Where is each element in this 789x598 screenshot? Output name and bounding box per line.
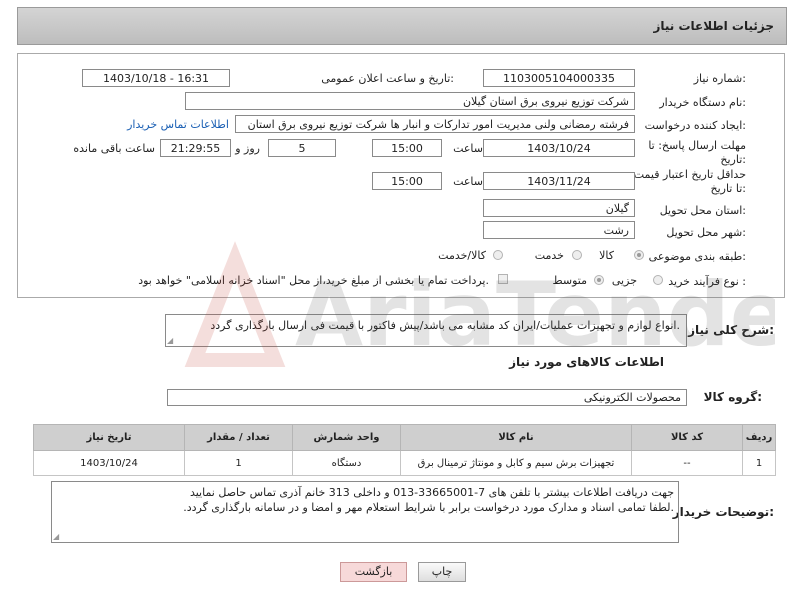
- category-goods-service-radio[interactable]: [493, 250, 503, 260]
- page-title: جزئیات اطلاعات نیاز: [653, 19, 774, 33]
- deadline-label: مهلت ارسال پاسخ: تا تاریخ:: [648, 139, 746, 166]
- back-button[interactable]: بازگشت: [340, 562, 407, 582]
- print-button[interactable]: چاپ: [418, 562, 466, 582]
- buyer-contact-link[interactable]: اطلاعات تماس خریدار: [127, 118, 229, 131]
- validity-time-label: ساعت: [453, 175, 483, 188]
- process-minor-label: جزیی: [611, 274, 637, 287]
- process-type-label: نوع فرآیند خرید :: [668, 275, 746, 288]
- cell-item-code: --: [631, 450, 743, 476]
- city-field[interactable]: رشت: [483, 221, 635, 239]
- validity-label: حداقل تاریخ اعتبار قیمت: تا تاریخ:: [630, 168, 746, 195]
- days-label: روز و: [235, 142, 260, 155]
- deadline-time-field[interactable]: 15:00: [372, 139, 442, 157]
- description-label: شرح کلی نیاز:: [688, 323, 774, 337]
- goods-table: ردیف کد کالا نام کالا واحد شمارش تعداد /…: [33, 424, 776, 476]
- resize-grip-icon: ◢: [167, 336, 174, 345]
- province-label: استان محل تحویل:: [659, 204, 746, 217]
- cell-unit: دستگاه: [292, 450, 401, 476]
- table-row: 1 -- تجهیزات برش سیم و کابل و مونتاژ ترم…: [33, 450, 776, 476]
- process-minor-radio[interactable]: [653, 275, 663, 285]
- buyer-org-label: نام دستگاه خریدار:: [659, 96, 746, 109]
- col-header-name: نام کالا: [400, 424, 632, 451]
- need-number-field[interactable]: 1103005104000335: [483, 69, 635, 87]
- creator-field[interactable]: فرشته رمضانی ولنی مدیریت امور تدارکات و …: [235, 115, 635, 133]
- buyer-notes-line-2: .لطفا تمامی اسناد و مدارک مورد درخواست ب…: [183, 501, 674, 514]
- deadline-time-label: ساعت: [453, 142, 483, 155]
- validity-date-field[interactable]: 1403/11/24: [483, 172, 635, 190]
- category-service-radio[interactable]: [572, 250, 582, 260]
- col-header-need-date: تاریخ نیاز: [33, 424, 185, 451]
- remaining-label: ساعت باقی مانده: [73, 142, 155, 155]
- deadline-date-field[interactable]: 1403/10/24: [483, 139, 635, 157]
- buyer-org-field[interactable]: شرکت توزیع نیروی برق استان گیلان: [185, 92, 635, 110]
- city-label: شهر محل تحویل:: [666, 226, 746, 239]
- category-service-label: خدمت: [534, 249, 564, 262]
- validity-time-field[interactable]: 15:00: [372, 172, 442, 190]
- treasury-payment-checkbox[interactable]: [498, 274, 508, 284]
- process-medium-label: متوسط: [552, 274, 587, 287]
- category-goods-service-label: کالا/خدمت: [438, 249, 486, 262]
- announce-datetime-field[interactable]: 1403/10/18 - 16:31: [82, 69, 230, 87]
- creator-label: ایجاد کننده درخواست:: [644, 119, 746, 132]
- resize-grip-icon: ◢: [53, 532, 60, 541]
- category-goods-radio[interactable]: [634, 250, 644, 260]
- cell-row-number: 1: [742, 450, 776, 476]
- process-medium-radio[interactable]: [594, 275, 604, 285]
- province-field[interactable]: گیلان: [483, 199, 635, 217]
- days-field[interactable]: 5: [268, 139, 336, 157]
- col-header-quantity: تعداد / مقدار: [184, 424, 293, 451]
- page-header: جزئیات اطلاعات نیاز: [17, 7, 787, 45]
- buyer-notes-textarea[interactable]: جهت دریافت اطلاعات بیشتر با تلفن های 7-3…: [51, 481, 679, 543]
- col-header-unit: واحد شمارش: [292, 424, 401, 451]
- goods-group-label: گروه کالا:: [703, 390, 762, 404]
- treasury-payment-note: پرداخت تمام یا بخشی از مبلغ خرید،از محل …: [138, 274, 489, 287]
- col-header-row: ردیف: [742, 424, 776, 451]
- remaining-time-field[interactable]: 21:29:55: [160, 139, 231, 157]
- goods-group-field[interactable]: محصولات الکترونیکی: [167, 389, 687, 406]
- cell-quantity: 1: [184, 450, 293, 476]
- buyer-notes-line-1: جهت دریافت اطلاعات بیشتر با تلفن های 7-3…: [189, 486, 674, 499]
- cell-item-name: تجهیزات برش سیم و کابل و مونتاژ ترمینال …: [400, 450, 632, 476]
- goods-section-title: اطلاعات کالاهای مورد نیاز: [509, 355, 664, 369]
- goods-table-header: ردیف کد کالا نام کالا واحد شمارش تعداد /…: [33, 424, 776, 451]
- announce-datetime-label: تاریخ و ساعت اعلان عمومی:: [321, 72, 454, 85]
- description-textarea[interactable]: انواع لوازم و تجهیزات عملیات/ایران کد مش…: [165, 314, 687, 347]
- col-header-code: کد کالا: [631, 424, 743, 451]
- cell-need-date: 1403/10/24: [33, 450, 185, 476]
- category-label: طبقه بندی موضوعی:: [648, 250, 746, 263]
- need-number-label: شماره نیاز:: [693, 72, 746, 85]
- buyer-notes-label: توضیحات خریدار:: [672, 505, 774, 519]
- category-goods-label: کالا: [599, 249, 614, 262]
